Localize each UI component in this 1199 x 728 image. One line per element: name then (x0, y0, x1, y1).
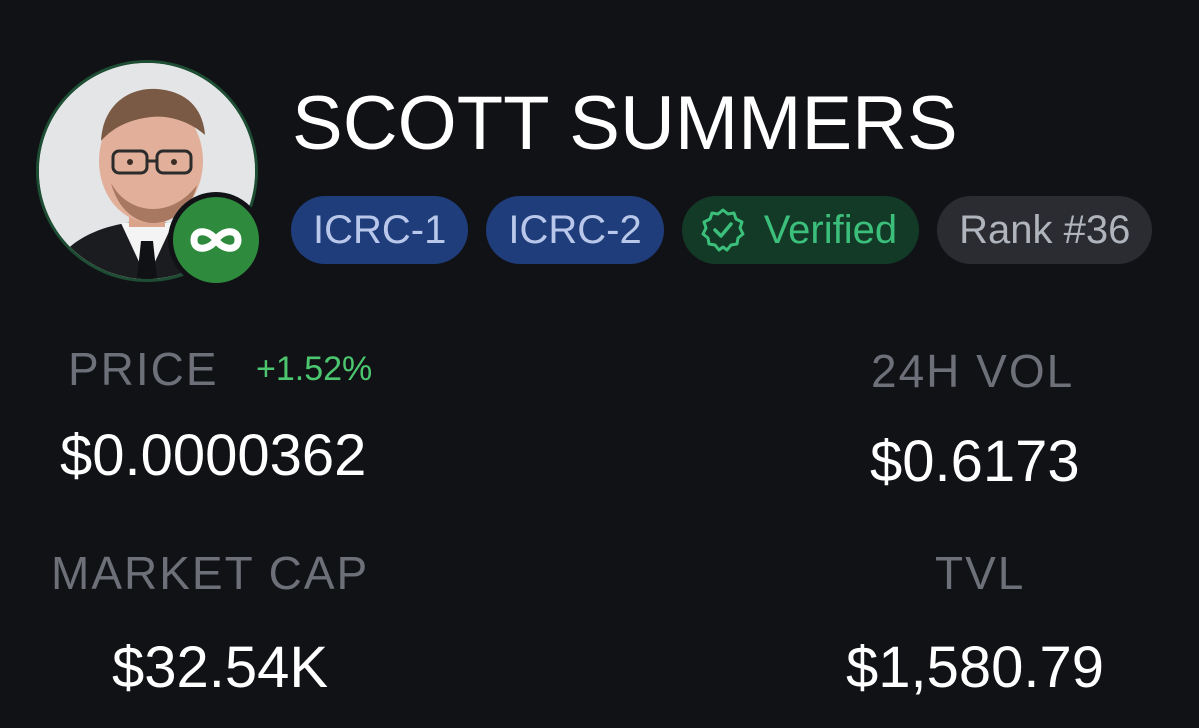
token-header-card: SCOTT SUMMERS ICRC-1 ICRC-2 Verified Ran… (0, 0, 1199, 728)
rank-badge[interactable]: Rank #36 (937, 196, 1153, 264)
volume-value: $0.6173 (870, 429, 1080, 494)
tag-label: Rank #36 (959, 207, 1131, 252)
tag-list: ICRC-1 ICRC-2 Verified Rank #36 (291, 196, 1153, 264)
token-avatar-group (36, 60, 264, 288)
tag-label: Verified (763, 207, 898, 252)
chain-badge (168, 192, 264, 288)
market-cap-label: MARKET CAP (51, 547, 370, 599)
infinity-icon (190, 228, 242, 252)
price-label: PRICE (68, 343, 219, 395)
price-value: $0.0000362 (60, 423, 367, 488)
tvl-label: TVL (935, 547, 1026, 599)
tag-label: ICRC-1 (313, 207, 447, 252)
volume-label: 24H VOL (871, 345, 1075, 397)
tag-icrc-1[interactable]: ICRC-1 (291, 196, 469, 264)
tag-label: ICRC-2 (508, 207, 642, 252)
verified-badge[interactable]: Verified (681, 196, 920, 264)
tag-icrc-2[interactable]: ICRC-2 (486, 196, 664, 264)
market-cap-value: $32.54K (112, 635, 329, 700)
verified-check-icon (700, 207, 746, 253)
tvl-value: $1,580.79 (846, 635, 1105, 700)
token-name: SCOTT SUMMERS (292, 81, 958, 166)
price-change: +1.52% (256, 350, 373, 388)
